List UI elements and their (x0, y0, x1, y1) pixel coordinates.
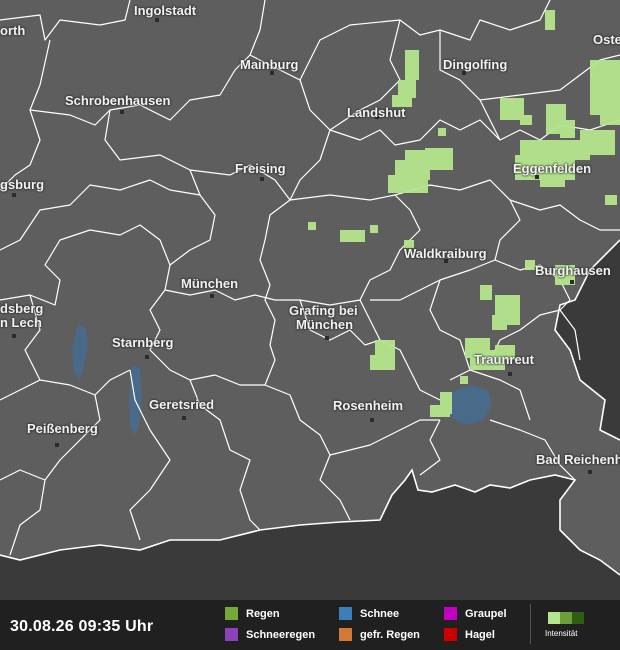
city-label-starnberg: Starnberg (112, 335, 174, 350)
city-dot (260, 177, 264, 181)
city-label-landshut: Landshut (347, 105, 406, 120)
city-label-augsburg-partial: gsburg (0, 177, 45, 192)
intensity-label: Intensität (545, 629, 578, 638)
legend-swatch-rain (225, 607, 238, 620)
map-layer (0, 0, 620, 600)
legend-swatch-graupel (444, 607, 457, 620)
city-label-lech-partial: n Lech (0, 315, 42, 330)
city-label-mainburg: Mainburg (240, 57, 299, 72)
city-label-peissenberg: Peißenberg (27, 421, 98, 436)
city-label-dingolfing: Dingolfing (443, 57, 508, 72)
intensity-swatch-heavy (572, 612, 584, 624)
city-dot (370, 418, 374, 422)
lake-ammersee (72, 325, 88, 380)
legend-label-hail: Hagel (465, 628, 495, 641)
city-dot (588, 470, 592, 474)
city-label-traunreut: Traunreut (474, 352, 534, 367)
city-label-rosenheim: Rosenheim (333, 398, 404, 413)
lake-chiemsee (448, 385, 492, 425)
city-dot (155, 18, 159, 22)
legend-label-freezing-rain: gefr. Regen (360, 628, 420, 641)
legend-label-sleet: Schneeregen (246, 628, 316, 641)
legend-snow: Schnee (339, 607, 399, 620)
city-label-geretsried: Geretsried (149, 397, 215, 412)
city-dot (570, 280, 574, 284)
legend-divider (530, 604, 531, 644)
city-dot (55, 443, 59, 447)
city-label-grafing-line2: München (296, 317, 354, 332)
city-label-partial-east: Oste (593, 32, 620, 47)
timestamp: 30.08.26 09:35 Uhr (10, 618, 154, 635)
city-label-bad-reichenhall-partial: Bad Reichenh (536, 452, 620, 467)
city-dot (12, 334, 16, 338)
legend-graupel: Graupel (444, 607, 507, 620)
outside-region (0, 470, 620, 600)
city-dot (145, 355, 149, 359)
city-label-partial-west: orth (0, 23, 26, 38)
radar-map[interactable]: Ingolstadt orth Oste Mainburg Dingolfing… (0, 0, 620, 600)
city-label-freising: Freising (235, 161, 286, 176)
city-label-ingolstadt: Ingolstadt (134, 3, 197, 18)
city-label-muenchen: München (181, 276, 239, 291)
legend-label-graupel: Graupel (465, 607, 507, 620)
city-dot (325, 336, 329, 340)
city-dot (182, 416, 186, 420)
legend-swatch-sleet (225, 628, 238, 641)
city-label-landsberg-partial: dsberg (0, 301, 44, 316)
legend-sleet: Schneeregen (225, 628, 315, 641)
legend-swatch-snow (339, 607, 352, 620)
intensity-swatch-medium (560, 612, 572, 624)
city-label-grafing-line1: Grafing bei (289, 303, 358, 318)
legend-label-rain: Regen (246, 607, 280, 620)
legend-rain: Regen (225, 607, 280, 620)
city-dot (508, 372, 512, 376)
city-label-burghausen: Burghausen (535, 263, 611, 278)
legend-label-snow: Schnee (360, 607, 400, 620)
district-borders (0, 0, 620, 556)
intensity-swatch-light (548, 612, 560, 624)
city-dot (210, 294, 214, 298)
map-footer: 30.08.26 09:35 Uhr Regen Schneeregen Sch… (0, 600, 620, 650)
legend-swatch-hail (444, 628, 457, 641)
legend-freezing-rain: gefr. Regen (339, 628, 420, 641)
intensity-scale (548, 612, 584, 624)
city-label-schrobenhausen: Schrobenhausen (65, 93, 171, 108)
legend-swatch-freezing-rain (339, 628, 352, 641)
legend-hail: Hagel (444, 628, 495, 641)
city-dot (12, 193, 16, 197)
city-dot (120, 110, 124, 114)
city-label-waldkraiburg: Waldkraiburg (404, 246, 487, 261)
city-label-eggenfelden: Eggenfelden (513, 161, 592, 176)
